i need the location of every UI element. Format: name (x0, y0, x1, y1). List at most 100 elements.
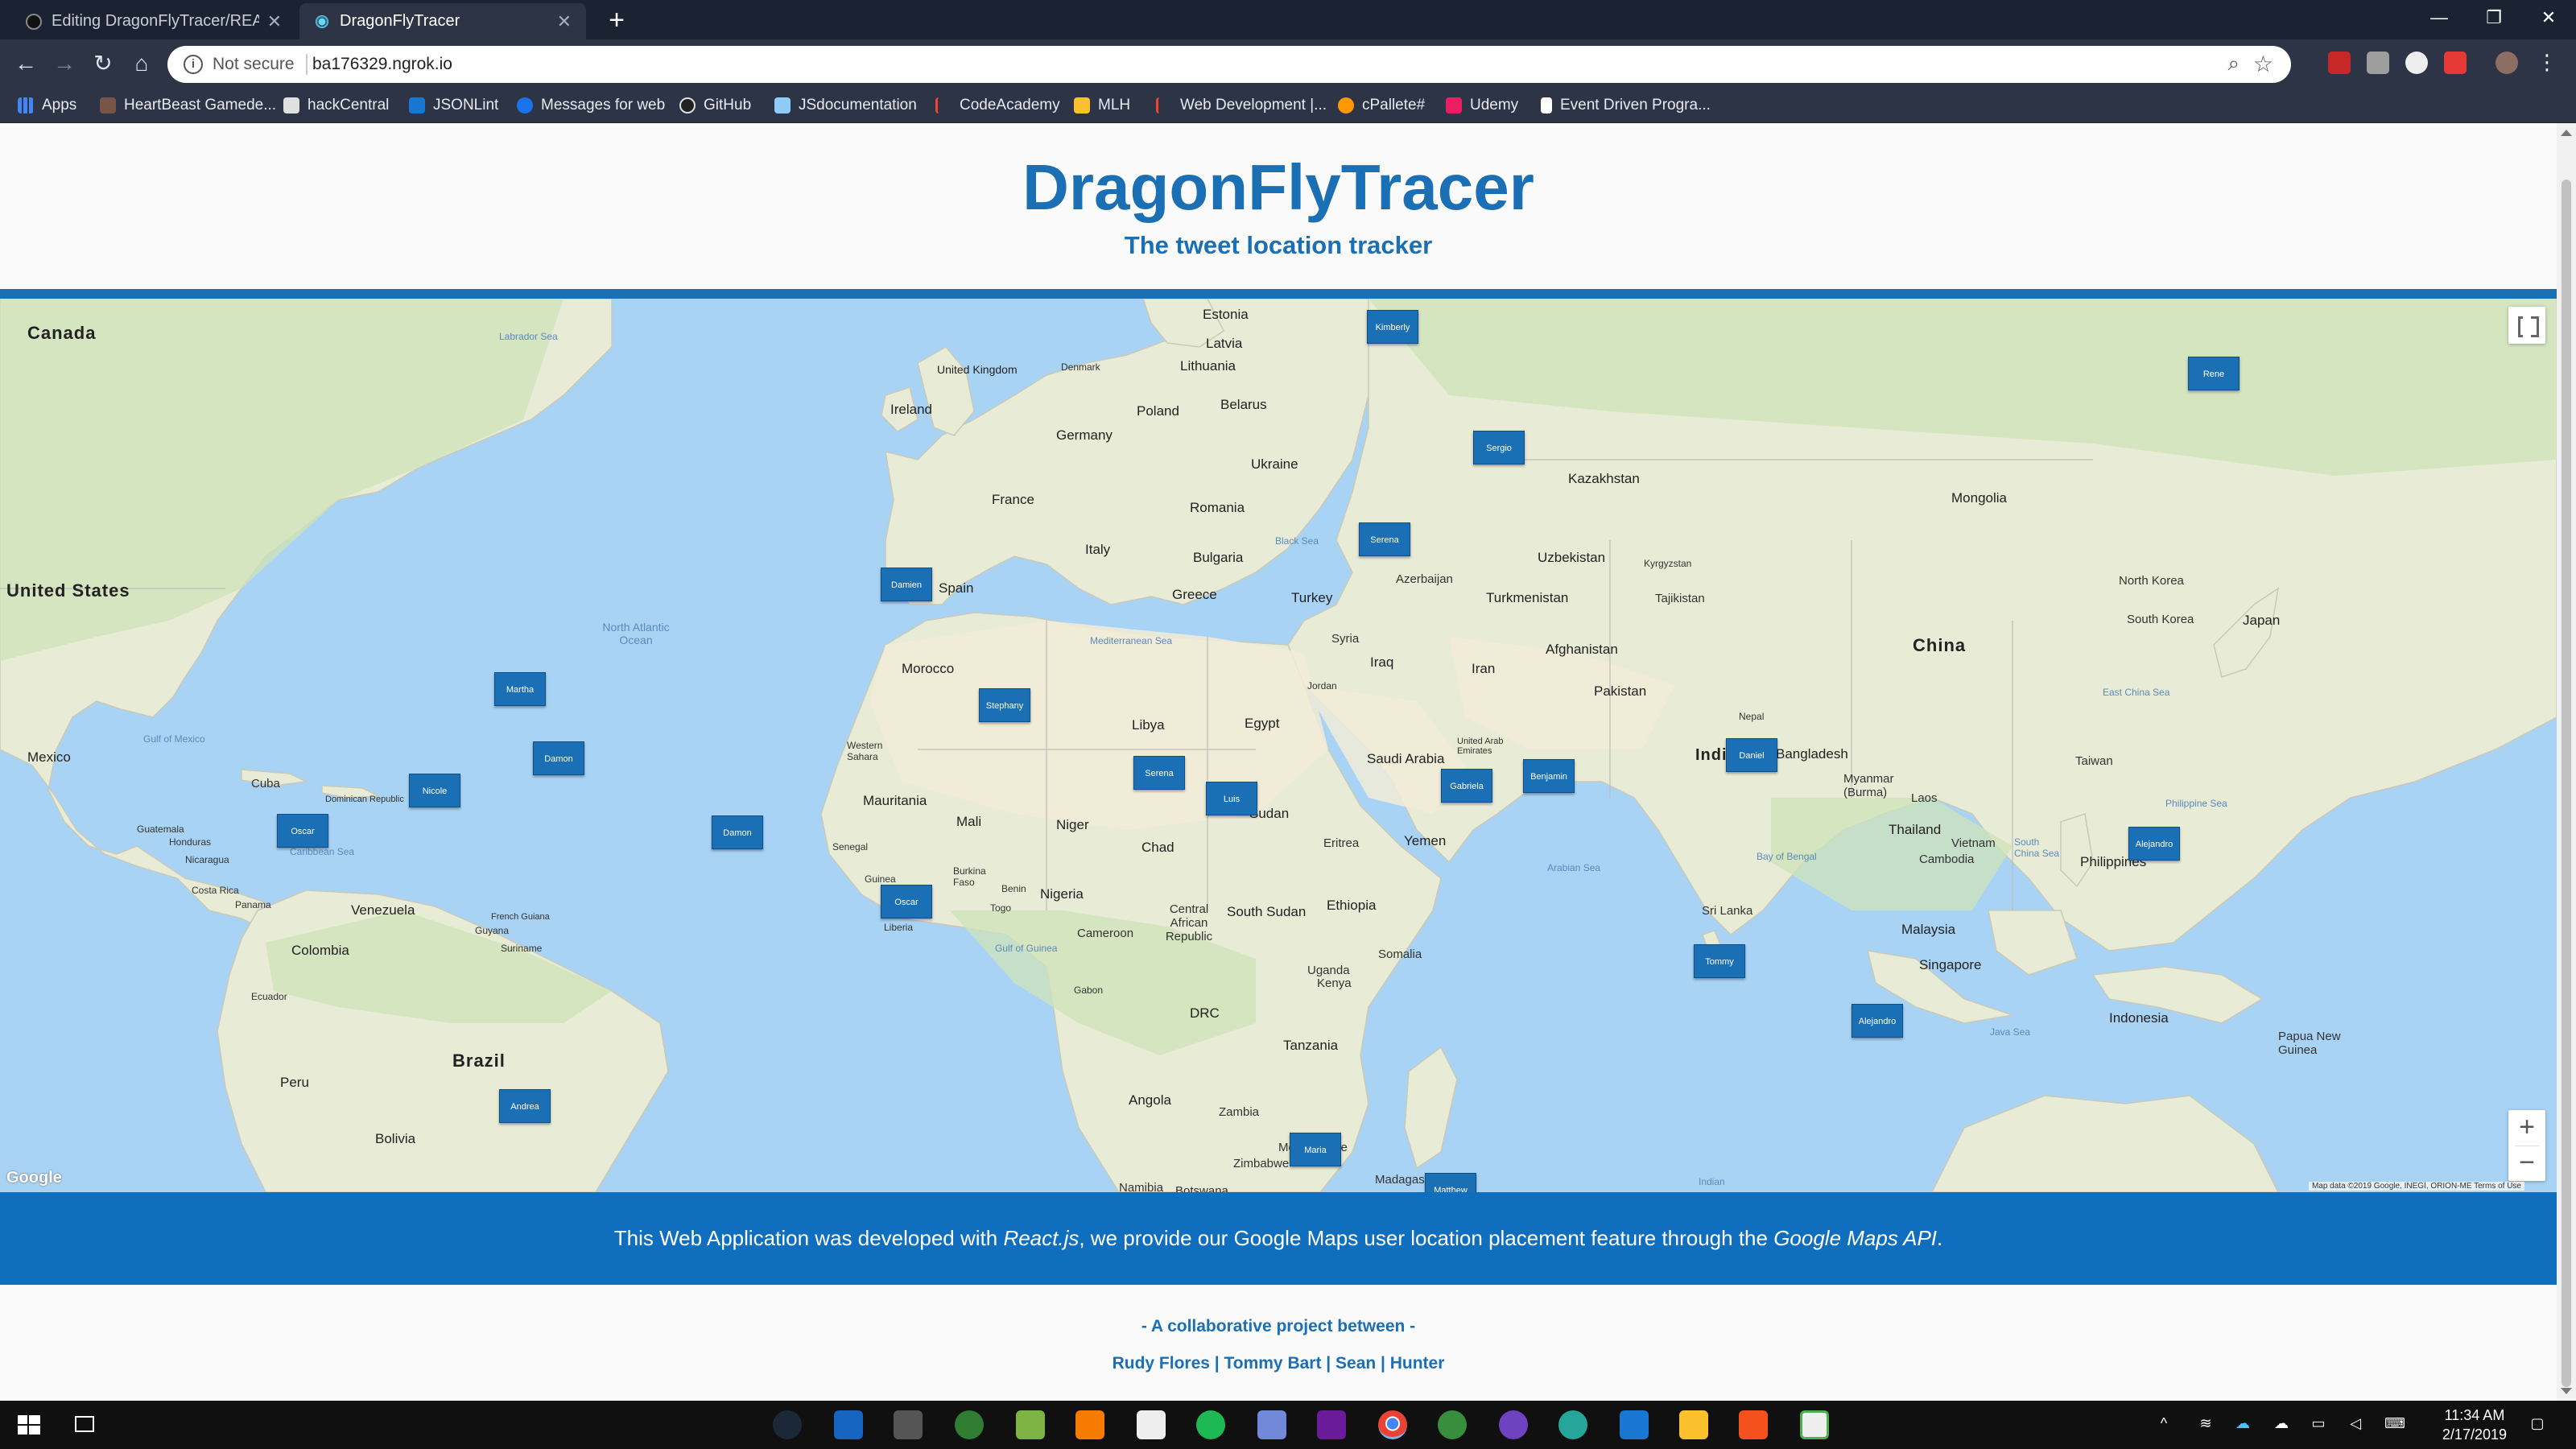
location-pin-matthew[interactable]: Matthew (1425, 1173, 1476, 1192)
onedrive-icon[interactable]: ☁ (2233, 1415, 2252, 1435)
location-pin-damon[interactable]: Damon (533, 741, 584, 775)
location-pin-daniel[interactable]: Daniel (1726, 738, 1777, 772)
extension-icon[interactable] (2444, 52, 2467, 74)
location-pin-damon[interactable]: Damon (712, 815, 763, 849)
scroll-up-icon[interactable] (2561, 130, 2572, 136)
sublime-icon[interactable] (1075, 1410, 1104, 1439)
new-tab-button[interactable]: + (602, 6, 631, 35)
extension-icon[interactable] (2367, 52, 2389, 74)
location-pin-damien[interactable]: Damien (881, 568, 932, 601)
tray-expand-icon[interactable]: ^ (2154, 1415, 2174, 1435)
location-pin-stephany[interactable]: Stephany (979, 688, 1030, 722)
git-icon[interactable] (1739, 1410, 1768, 1439)
system-clock[interactable]: 11:34 AM 2/17/2019 (2442, 1406, 2507, 1444)
menu-icon[interactable]: ⋮ (2536, 52, 2558, 74)
battery-icon[interactable]: ▭ (2309, 1415, 2328, 1435)
bookmark-item[interactable]: HeartBeast Gamede... (100, 97, 276, 114)
security-label: Not secure (213, 55, 295, 73)
map-attribution[interactable]: Map data ©2019 Google, INEGI, ORION-ME T… (2308, 1182, 2524, 1191)
bookmark-apps[interactable]: Apps (18, 97, 76, 114)
ublock-extension-icon[interactable] (2328, 52, 2351, 74)
fullscreen-button[interactable] (2508, 307, 2545, 344)
notepad-icon[interactable] (1800, 1410, 1829, 1439)
tab-dragonflytracer[interactable]: DragonFlyTracer ✕ (299, 3, 586, 39)
gitkraken-icon[interactable] (1438, 1410, 1467, 1439)
location-pin-gabriela[interactable]: Gabriela (1441, 769, 1492, 803)
footer-api: Google Maps API (1773, 1226, 1938, 1250)
close-tab-icon[interactable]: ✕ (557, 11, 572, 32)
atom-icon[interactable] (1558, 1410, 1587, 1439)
bookmark-item[interactable]: CodeAcademy (935, 97, 1060, 114)
close-tab-icon[interactable]: ✕ (267, 11, 282, 32)
zoom-out-button[interactable]: − (2508, 1146, 2545, 1181)
location-pin-kimberly[interactable]: Kimberly (1367, 310, 1418, 344)
windows-start-icon[interactable] (14, 1410, 43, 1439)
bookmark-item[interactable]: Messages for web (517, 97, 665, 114)
minimize-button[interactable]: — (2413, 0, 2465, 35)
location-pin-oscar[interactable]: Oscar (881, 885, 932, 919)
bookmark-item[interactable]: Udemy (1446, 97, 1518, 114)
close-window-button[interactable]: ✕ (2523, 0, 2574, 35)
calculator-icon[interactable] (894, 1410, 923, 1439)
scroll-thumb[interactable] (2562, 180, 2571, 1387)
volume-icon[interactable]: ◁ (2346, 1415, 2365, 1435)
steam-icon[interactable] (773, 1410, 802, 1439)
vscode-icon[interactable] (1620, 1410, 1649, 1439)
keyboard-icon[interactable]: ⌨ (2384, 1415, 2405, 1435)
wifi-icon[interactable]: ≋ (2196, 1415, 2215, 1435)
location-pin-alejandro[interactable]: Alejandro (2128, 827, 2180, 861)
home-button[interactable]: ⌂ (127, 49, 156, 78)
location-pin-alejandro[interactable]: Alejandro (1852, 1004, 1903, 1038)
location-pin-luis[interactable]: Luis (1206, 782, 1257, 815)
discord-icon[interactable] (1257, 1410, 1286, 1439)
location-pin-nicole[interactable]: Nicole (409, 774, 460, 807)
location-pin-tommy[interactable]: Tommy (1694, 944, 1745, 978)
app-icon[interactable] (1016, 1410, 1045, 1439)
github-desktop-icon[interactable] (1499, 1410, 1528, 1439)
bookmark-item[interactable]: JSONLint (409, 97, 498, 114)
scroll-down-icon[interactable] (2561, 1388, 2572, 1394)
location-pin-andrea[interactable]: Andrea (499, 1089, 551, 1123)
bookmark-star-icon[interactable]: ☆ (2253, 51, 2273, 77)
bookmark-item[interactable]: cPallete# (1338, 97, 1425, 114)
back-button[interactable]: ← (11, 49, 40, 78)
bookmark-item[interactable]: JSdocumentation (774, 97, 917, 114)
location-pin-serena[interactable]: Serena (1359, 522, 1410, 556)
page-scrollbar[interactable] (2557, 123, 2576, 1401)
location-pin-serena[interactable]: Serena (1133, 756, 1185, 790)
app-icon[interactable] (1679, 1410, 1708, 1439)
malwarebytes-icon[interactable] (834, 1410, 863, 1439)
action-center-icon[interactable]: ▢ (2528, 1415, 2547, 1435)
bookmark-item[interactable]: Event Driven Progra... (1541, 97, 1711, 114)
extension-icon[interactable] (2405, 52, 2428, 74)
profile-avatar[interactable] (2496, 52, 2518, 74)
info-icon[interactable]: i (184, 55, 203, 74)
location-pin-oscar[interactable]: Oscar (277, 814, 328, 848)
chrome-icon[interactable] (1378, 1410, 1407, 1439)
zoom-control: + − (2508, 1110, 2545, 1181)
location-pin-rene[interactable]: Rene (2188, 357, 2240, 390)
location-pin-sergio[interactable]: Sergio (1473, 431, 1525, 464)
razer-icon[interactable] (955, 1410, 984, 1439)
url-text[interactable]: ba176329.ngrok.io (312, 55, 452, 74)
bookmark-item[interactable]: Web Development |... (1156, 97, 1327, 114)
onedrive-icon[interactable]: ☁ (2272, 1415, 2291, 1435)
zoom-in-button[interactable]: + (2508, 1110, 2545, 1146)
bookmark-item[interactable]: hackCentral (283, 97, 389, 114)
forward-button[interactable]: → (50, 49, 79, 78)
restore-button[interactable]: ❐ (2468, 0, 2520, 35)
location-pin-benjamin[interactable]: Benjamin (1523, 759, 1575, 793)
slack-icon[interactable] (1317, 1410, 1346, 1439)
address-bar[interactable]: i Not secure ba176329.ngrok.io ⌕ ☆ (167, 46, 2291, 83)
bookmark-item[interactable]: GitHub (679, 97, 751, 114)
bookmark-item[interactable]: MLH (1074, 97, 1130, 114)
location-pin-martha[interactable]: Martha (494, 672, 546, 706)
task-view-icon[interactable] (71, 1410, 100, 1439)
location-pin-maria[interactable]: Maria (1290, 1133, 1341, 1166)
search-icon[interactable]: ⌕ (2227, 51, 2240, 76)
google-map[interactable]: Canada United States Mexico Cuba Dominic… (0, 299, 2557, 1192)
tab-readme[interactable]: Editing DragonFlyTracer/README.md ✕ (11, 3, 296, 39)
spotify-icon[interactable] (1196, 1410, 1225, 1439)
reload-button[interactable]: ↻ (89, 49, 118, 78)
twitch-icon[interactable] (1137, 1410, 1166, 1439)
